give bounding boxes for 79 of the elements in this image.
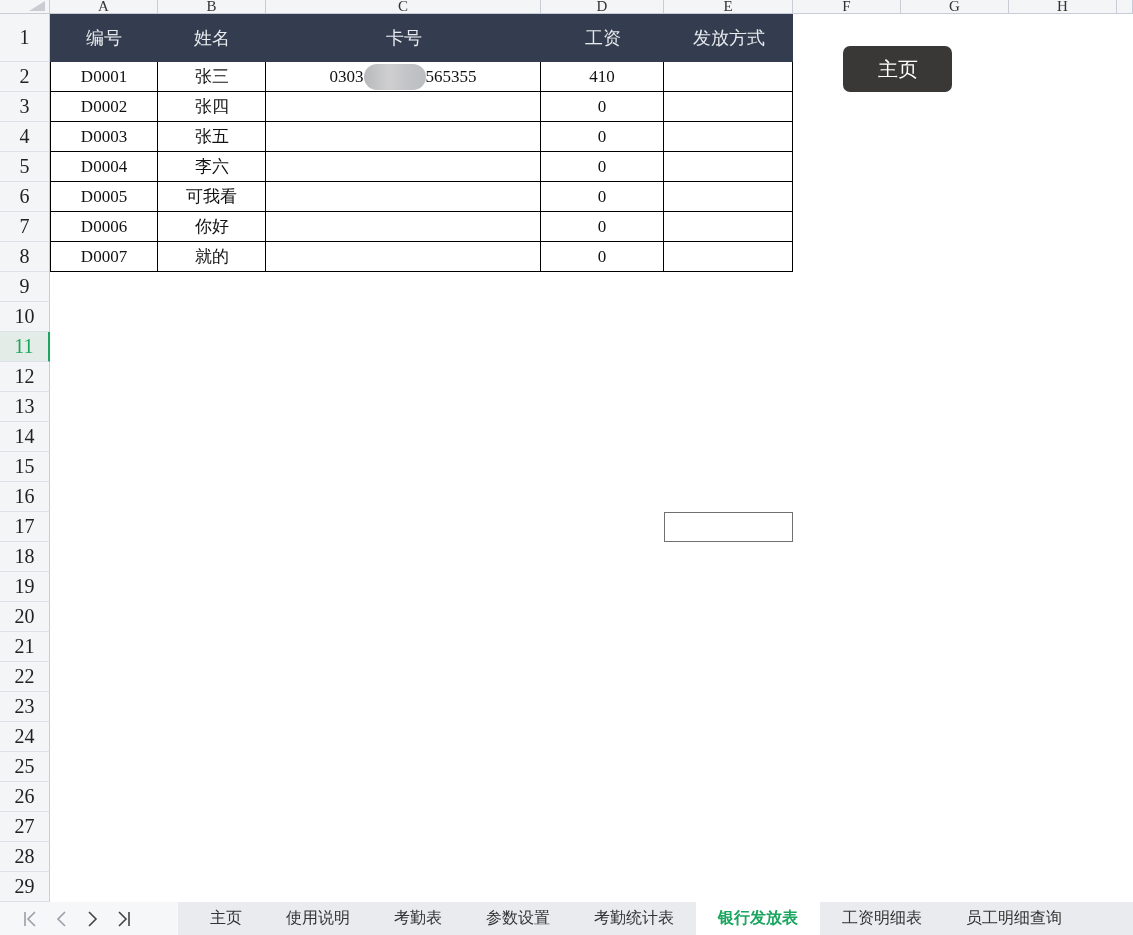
column-header[interactable] bbox=[1117, 0, 1133, 14]
table-cell: D0001 bbox=[50, 62, 158, 92]
table-cell: 410 bbox=[541, 62, 664, 92]
table-cell: 张四 bbox=[158, 92, 266, 122]
last-sheet-icon[interactable] bbox=[116, 909, 132, 928]
table-cell: 就的 bbox=[158, 242, 266, 272]
row-header[interactable]: 22 bbox=[0, 662, 50, 692]
row-header[interactable]: 8 bbox=[0, 242, 50, 272]
table-cell: 张五 bbox=[158, 122, 266, 152]
column-header[interactable]: H bbox=[1009, 0, 1117, 14]
table-header-cell: 编号 bbox=[50, 14, 158, 62]
sheet-tab[interactable]: 工资明细表 bbox=[820, 902, 944, 935]
row-header[interactable]: 14 bbox=[0, 422, 50, 452]
row-header[interactable]: 7 bbox=[0, 212, 50, 242]
column-header[interactable]: A bbox=[50, 0, 158, 14]
row-header[interactable]: 23 bbox=[0, 692, 50, 722]
row-header[interactable]: 5 bbox=[0, 152, 50, 182]
row-header[interactable]: 26 bbox=[0, 782, 50, 812]
row-header[interactable]: 1 bbox=[0, 14, 50, 62]
table-cell: 0 bbox=[541, 92, 664, 122]
table-cell: D0004 bbox=[50, 152, 158, 182]
table-cell: 0 bbox=[541, 182, 664, 212]
row-header[interactable]: 17 bbox=[0, 512, 50, 542]
row-header[interactable]: 12 bbox=[0, 362, 50, 392]
row-header[interactable]: 10 bbox=[0, 302, 50, 332]
row-header[interactable]: 27 bbox=[0, 812, 50, 842]
first-sheet-icon[interactable] bbox=[22, 909, 38, 928]
row-header[interactable]: 15 bbox=[0, 452, 50, 482]
table-cell: D0003 bbox=[50, 122, 158, 152]
table-cell: 0 bbox=[541, 242, 664, 272]
row-header[interactable]: 29 bbox=[0, 872, 50, 902]
column-header[interactable]: F bbox=[793, 0, 901, 14]
row-header[interactable]: 9 bbox=[0, 272, 50, 302]
column-header[interactable]: G bbox=[901, 0, 1009, 14]
table-cell: 你好 bbox=[158, 212, 266, 242]
previous-sheet-icon[interactable] bbox=[56, 909, 68, 928]
row-header[interactable]: 19 bbox=[0, 572, 50, 602]
sheet-tab[interactable]: 考勤表 bbox=[372, 902, 464, 935]
next-sheet-icon[interactable] bbox=[86, 909, 98, 928]
row-header[interactable]: 28 bbox=[0, 842, 50, 872]
home-button[interactable]: 主页 bbox=[843, 46, 952, 92]
sheet-tab[interactable]: 参数设置 bbox=[464, 902, 572, 935]
table-cell: 李六 bbox=[158, 152, 266, 182]
table-cell: D0006 bbox=[50, 212, 158, 242]
table-cell: D0002 bbox=[50, 92, 158, 122]
table-cell: 0 bbox=[541, 152, 664, 182]
row-header[interactable]: 6 bbox=[0, 182, 50, 212]
table-header-cell: 工资 bbox=[541, 14, 664, 62]
row-header[interactable]: 4 bbox=[0, 122, 50, 152]
row-header[interactable]: 24 bbox=[0, 722, 50, 752]
table-cell: 张三 bbox=[158, 62, 266, 92]
column-header[interactable]: E bbox=[664, 0, 793, 14]
table-cell: 0 bbox=[541, 212, 664, 242]
row-header[interactable]: 25 bbox=[0, 752, 50, 782]
table-cell: 可我看 bbox=[158, 182, 266, 212]
table-cell: 0 bbox=[541, 122, 664, 152]
table-cell: D0005 bbox=[50, 182, 158, 212]
column-header[interactable]: C bbox=[266, 0, 541, 14]
row-header[interactable]: 20 bbox=[0, 602, 50, 632]
column-header[interactable]: B bbox=[158, 0, 266, 14]
sheet-tab[interactable]: 员工明细查询 bbox=[944, 902, 1084, 935]
sheet-tab[interactable]: 使用说明 bbox=[264, 902, 372, 935]
row-header[interactable]: 13 bbox=[0, 392, 50, 422]
row-header[interactable]: 3 bbox=[0, 92, 50, 122]
table-header-cell: 发放方式 bbox=[664, 14, 793, 62]
column-header[interactable]: D bbox=[541, 0, 664, 14]
select-all-icon[interactable] bbox=[27, 1, 45, 11]
sheet-tab[interactable]: 考勤统计表 bbox=[572, 902, 696, 935]
table-header-cell: 姓名 bbox=[158, 14, 266, 62]
table-cell: D0007 bbox=[50, 242, 158, 272]
table-header-cell: 卡号 bbox=[266, 14, 541, 62]
row-header[interactable]: 21 bbox=[0, 632, 50, 662]
row-header[interactable]: 16 bbox=[0, 482, 50, 512]
sheet-tab[interactable]: 主页 bbox=[188, 902, 264, 935]
row-header[interactable]: 18 bbox=[0, 542, 50, 572]
text-box[interactable] bbox=[664, 512, 793, 542]
card-number-text: 0303 bbox=[329, 66, 364, 87]
row-header[interactable]: 2 bbox=[0, 62, 50, 92]
card-number-text: 565355 bbox=[425, 66, 477, 87]
